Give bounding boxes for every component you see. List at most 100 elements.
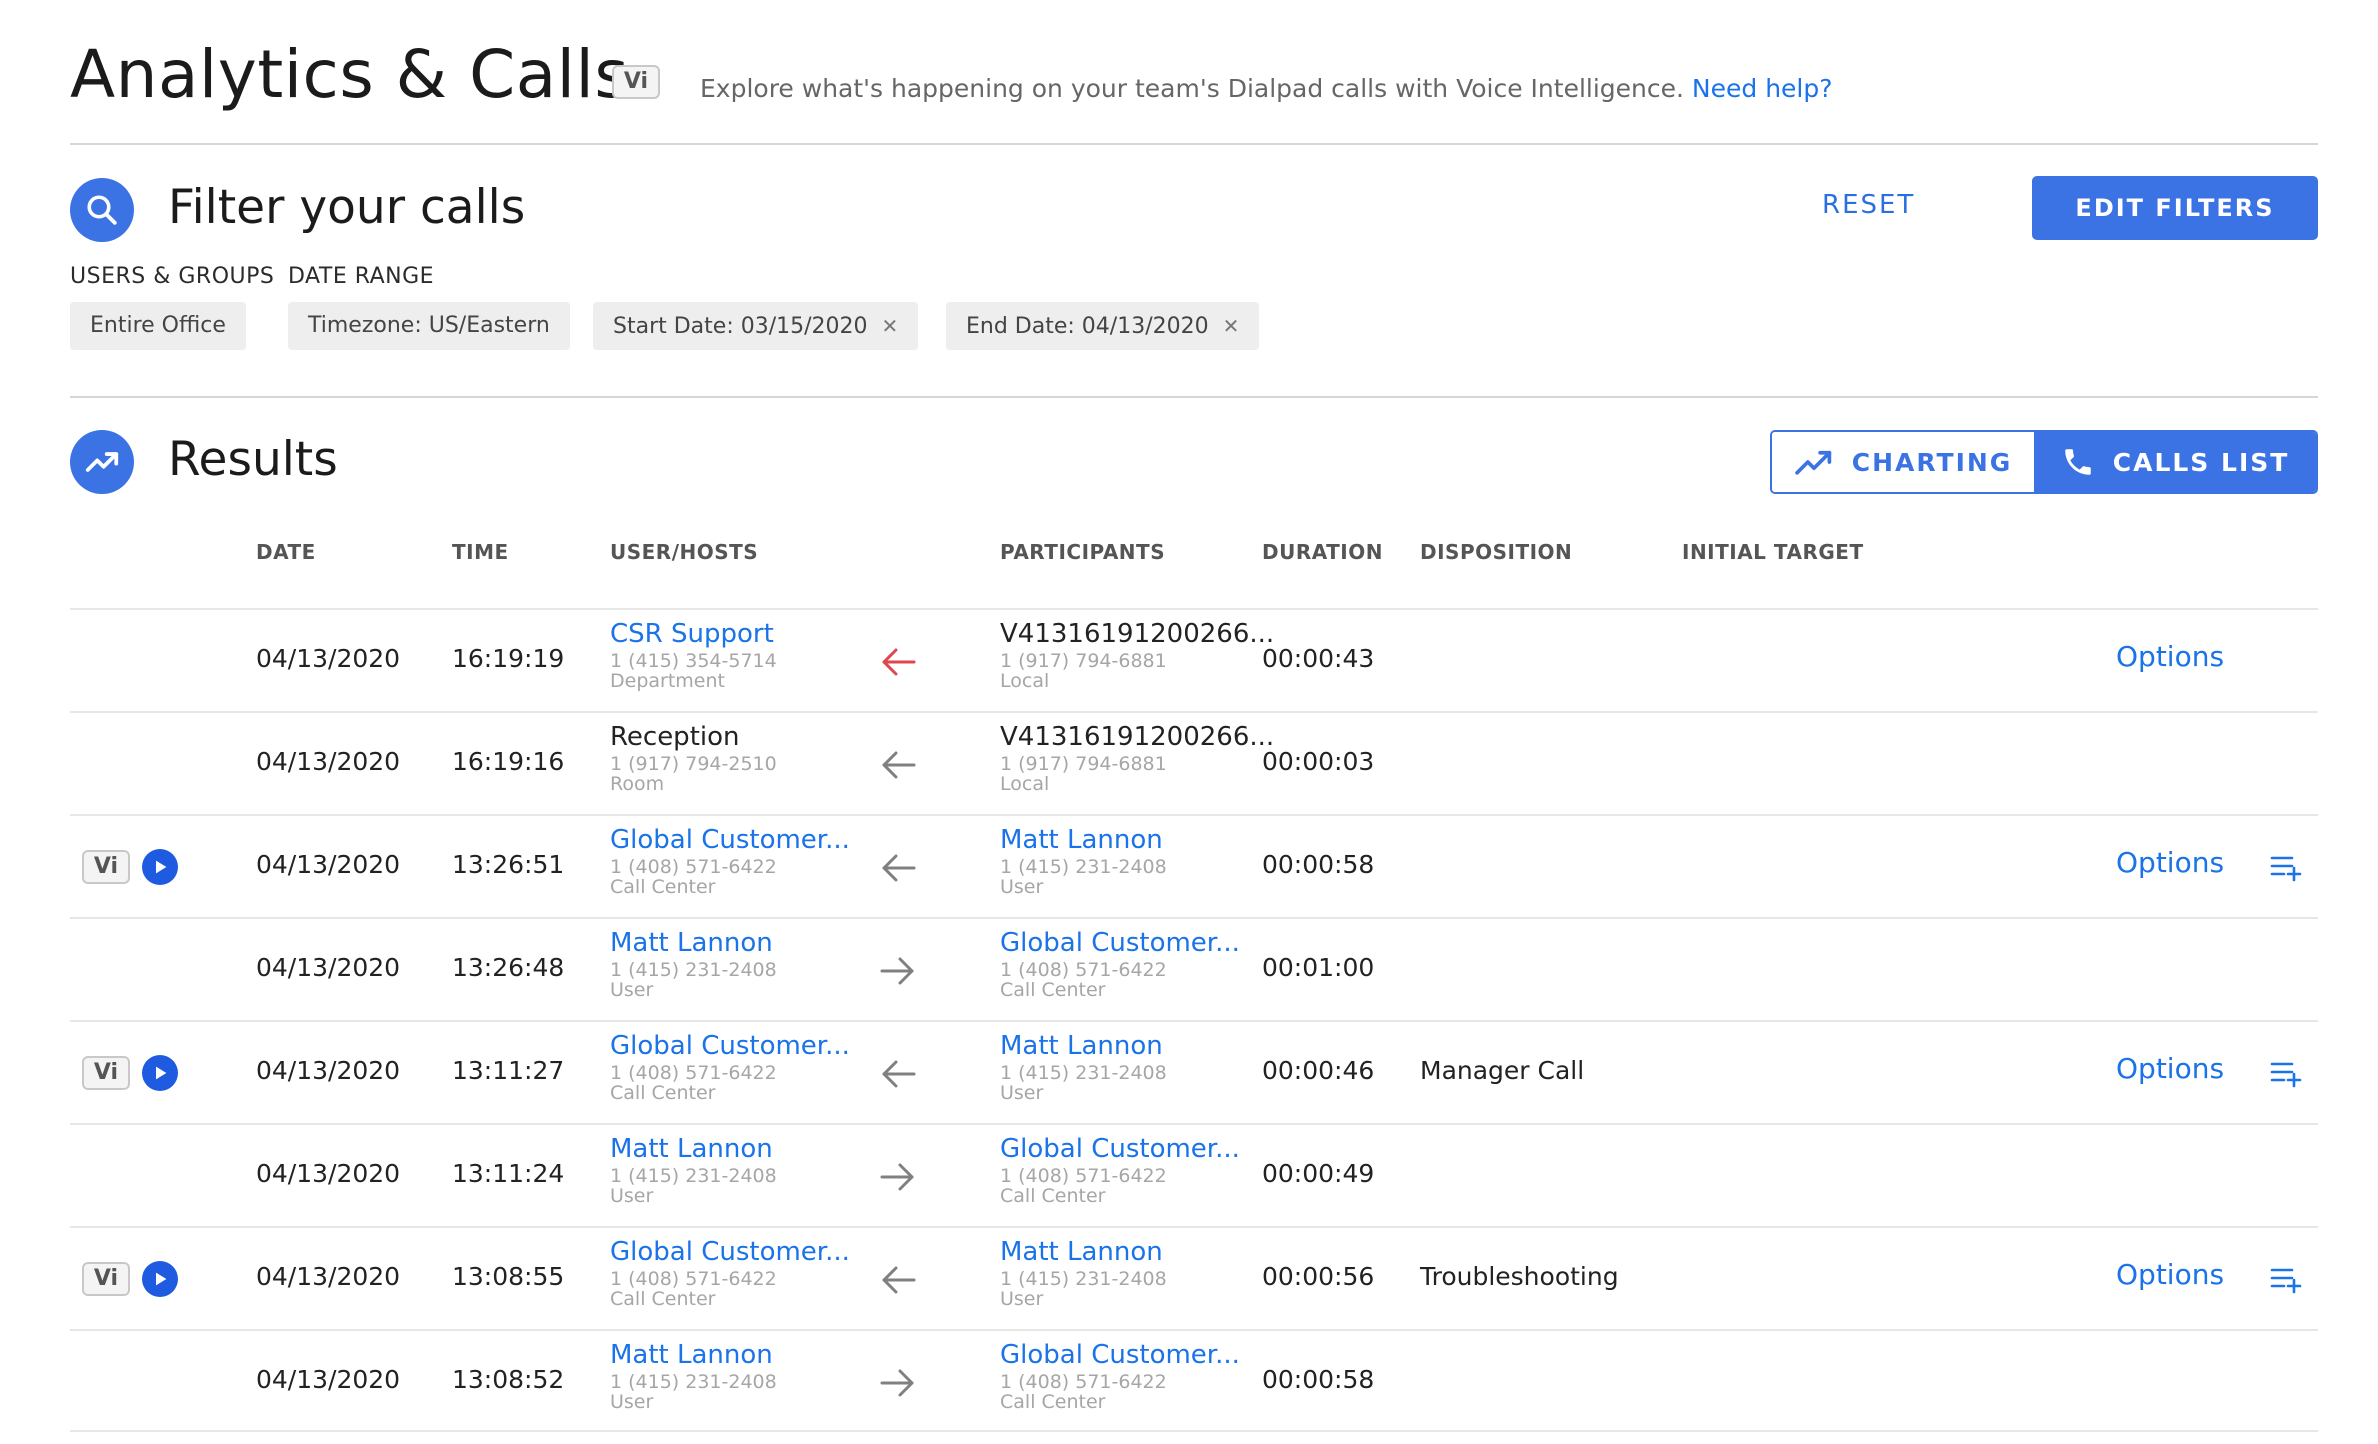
call-date: 04/13/2020 (256, 1159, 401, 1188)
play-icon (156, 1272, 167, 1286)
participant-phone: 1 (408) 571-6422 (1000, 1164, 1167, 1187)
options-link[interactable]: Options (2116, 640, 2224, 673)
col-initial-target[interactable]: INITIAL TARGET (1682, 540, 1864, 564)
participant-phone: 1 (917) 794-6881 (1000, 649, 1167, 672)
participant-type: User (1000, 1082, 1044, 1105)
end-date-chip[interactable]: End Date: 04/13/2020 ✕ (946, 302, 1260, 350)
page-subtitle: Explore what's happening on your team's … (700, 74, 1833, 103)
host-type: Call Center (610, 1082, 716, 1105)
table-row[interactable]: Vi 04/13/2020 13:26:51 Global Customer... 1 … (70, 814, 2318, 917)
host-name[interactable]: Global Customer... (610, 1032, 850, 1061)
date-range-label: DATE RANGE (288, 264, 435, 289)
play-recording-button[interactable] (142, 849, 178, 885)
participant-name[interactable]: Matt Lannon (1000, 1032, 1240, 1061)
host-phone: 1 (917) 794-2510 (610, 752, 777, 775)
calls-list-label: CALLS LIST (2112, 447, 2290, 477)
host-type: Call Center (610, 1288, 716, 1311)
table-row[interactable]: 04/13/2020 13:08:52 Matt Lannon 1 (415) 231… (70, 1329, 2318, 1432)
call-date: 04/13/2020 (256, 1365, 401, 1394)
table-row[interactable]: 04/13/2020 13:26:48 Matt Lannon 1 (415) 231… (70, 917, 2318, 1020)
col-participants[interactable]: PARTICIPANTS (1000, 540, 1165, 564)
participant-cell: Matt Lannon 1 (415) 231-2408 User (1000, 1032, 1240, 1104)
playlist-add-icon[interactable] (2270, 1058, 2304, 1088)
table-row[interactable]: 04/13/2020 16:19:19 CSR Support 1 (415) 354… (70, 608, 2318, 711)
call-duration: 00:00:58 (1262, 1365, 1375, 1394)
calls-list-tab[interactable]: CALLS LIST (2034, 432, 2316, 492)
office-chip[interactable]: Entire Office (70, 302, 246, 350)
options-link[interactable]: Options (2116, 1258, 2224, 1291)
participant-name[interactable]: Global Customer... (1000, 929, 1240, 958)
call-duration: 00:01:00 (1262, 953, 1375, 982)
reset-button[interactable]: RESET (1822, 190, 1915, 220)
charting-tab[interactable]: CHARTING (1772, 432, 2035, 492)
host-name[interactable]: CSR Support (610, 620, 850, 649)
need-help-link[interactable]: Need help? (1692, 74, 1833, 103)
host-name[interactable]: Matt Lannon (610, 929, 850, 958)
host-name[interactable]: Global Customer... (610, 826, 850, 855)
host-cell: Global Customer... 1 (408) 571-6422 Call C… (610, 1238, 850, 1310)
participant-phone: 1 (415) 231-2408 (1000, 855, 1167, 878)
vi-summary-button[interactable]: Vi (82, 1056, 130, 1090)
participant-cell: Global Customer... 1 (408) 571-6422 Call C… (1000, 929, 1240, 1001)
results-section-icon (70, 430, 134, 494)
start-date-chip[interactable]: Start Date: 03/15/2020 ✕ (593, 302, 919, 350)
options-link[interactable]: Options (2116, 846, 2224, 879)
timezone-chip[interactable]: Timezone: US/Eastern (288, 302, 570, 350)
participant-name[interactable]: Matt Lannon (1000, 1238, 1240, 1267)
playlist-add-icon[interactable] (2270, 1264, 2304, 1294)
trending-up-icon (85, 452, 119, 472)
arrow-left-icon (882, 648, 916, 676)
call-time: 13:26:48 (452, 953, 565, 982)
table-row[interactable]: 04/13/2020 16:19:16 Reception 1 (917) 794-2… (70, 711, 2318, 814)
host-phone: 1 (415) 231-2408 (610, 958, 777, 981)
close-icon[interactable]: ✕ (882, 314, 899, 338)
host-phone: 1 (408) 571-6422 (610, 855, 777, 878)
host-type: Call Center (610, 876, 716, 899)
host-cell: Matt Lannon 1 (415) 231-2408 User (610, 1341, 850, 1413)
col-time[interactable]: TIME (452, 540, 509, 564)
call-time: 13:08:55 (452, 1262, 565, 1291)
page-title: Analytics & Calls (70, 36, 630, 113)
page-header: Analytics & Calls Vi Explore what's happ… (70, 36, 2318, 146)
host-phone: 1 (415) 354-5714 (610, 649, 777, 672)
edit-filters-button[interactable]: EDIT FILTERS (2032, 176, 2318, 240)
call-duration: 00:00:46 (1262, 1056, 1375, 1085)
subtitle-text: Explore what's happening on your team's … (700, 74, 1684, 103)
participant-cell: V41316191200266... 1 (917) 794-6881 Local (1000, 620, 1274, 692)
start-date-chip-label: Start Date: 03/15/2020 (613, 314, 868, 339)
play-recording-button[interactable] (142, 1261, 178, 1297)
participant-type: User (1000, 1288, 1044, 1311)
filter-title: Filter your calls (168, 180, 526, 235)
call-time: 13:11:27 (452, 1056, 565, 1085)
call-date: 04/13/2020 (256, 1056, 401, 1085)
call-time: 13:08:52 (452, 1365, 565, 1394)
play-recording-button[interactable] (142, 1055, 178, 1091)
participant-name[interactable]: Global Customer... (1000, 1341, 1240, 1370)
host-cell: Reception 1 (917) 794-2510 Room (610, 723, 850, 795)
col-user-hosts[interactable]: USER/HOSTS (610, 540, 758, 564)
host-type: User (610, 979, 654, 1002)
host-phone: 1 (408) 571-6422 (610, 1267, 777, 1290)
participant-name[interactable]: Global Customer... (1000, 1135, 1240, 1164)
host-name[interactable]: Matt Lannon (610, 1135, 850, 1164)
playlist-add-icon[interactable] (2270, 852, 2304, 882)
vi-summary-button[interactable]: Vi (82, 850, 130, 884)
call-time: 16:19:19 (452, 644, 565, 673)
table-row[interactable]: Vi 04/13/2020 13:11:27 Global Customer... 1 … (70, 1020, 2318, 1123)
participant-phone: 1 (408) 571-6422 (1000, 1370, 1167, 1393)
close-icon[interactable]: ✕ (1223, 314, 1240, 338)
participant-phone: 1 (415) 231-2408 (1000, 1061, 1167, 1084)
play-icon (156, 860, 167, 874)
host-name[interactable]: Global Customer... (610, 1238, 850, 1267)
phone-icon (2065, 449, 2091, 475)
col-duration[interactable]: DURATION (1262, 540, 1383, 564)
vi-summary-button[interactable]: Vi (82, 1262, 130, 1296)
options-link[interactable]: Options (2116, 1052, 2224, 1085)
participant-name[interactable]: Matt Lannon (1000, 826, 1240, 855)
table-row[interactable]: Vi 04/13/2020 13:08:55 Global Customer... 1 … (70, 1226, 2318, 1329)
host-name[interactable]: Matt Lannon (610, 1341, 850, 1370)
table-row[interactable]: 04/13/2020 13:11:24 Matt Lannon 1 (415) 231… (70, 1123, 2318, 1226)
call-disposition: Troubleshooting (1420, 1262, 1619, 1291)
col-disposition[interactable]: DISPOSITION (1420, 540, 1572, 564)
col-date[interactable]: DATE (256, 540, 316, 564)
